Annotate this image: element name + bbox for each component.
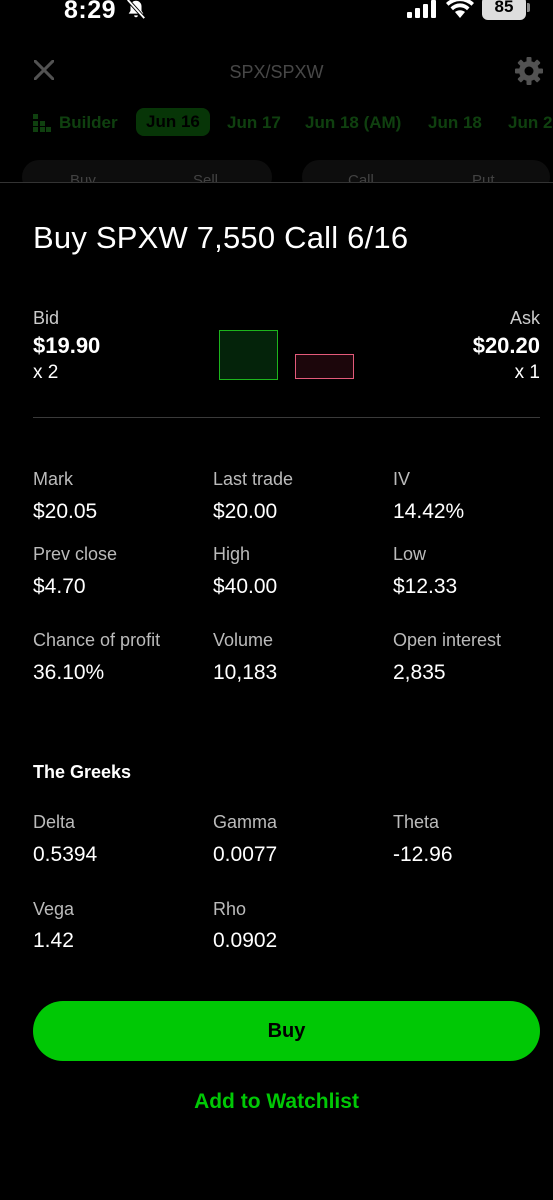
add-to-watchlist-link[interactable]: Add to Watchlist [0,1090,553,1114]
greek-value-theta: -12.96 [393,843,453,866]
stat-label-high: High [213,544,251,564]
greek-value-delta: 0.5394 [33,843,98,866]
ask-depth-bar [295,354,354,379]
chain-title: SPX/SPXW [229,62,324,82]
stat-value-chance-of-profit: 36.10% [33,661,105,684]
stat-label-low: Low [393,544,427,564]
date-tab-jun-17[interactable]: Jun 17 [227,113,281,133]
stat-value-prev-close: $4.70 [33,575,86,598]
date-tab-jun-16[interactable]: Jun 16 [136,108,210,136]
bid-price: $19.90 [33,333,101,358]
stat-label-chance-of-profit: Chance of profit [33,630,161,650]
date-tab-jun-18[interactable]: Jun 18 [428,113,482,133]
greek-value-rho: 0.0902 [213,929,278,952]
greek-label-gamma: Gamma [213,812,278,832]
stat-label-iv: IV [393,469,411,489]
status-bar: 8:29 85 [0,0,553,26]
greek-label-rho: Rho [213,899,247,919]
stat-value-mark: $20.05 [33,500,98,523]
stat-label-prev-close: Prev close [33,544,118,564]
background-screen: SPX/SPXW Builder Jun 16 Jun 17 Jun 18 (A… [0,26,553,186]
stat-label-last-trade: Last trade [213,469,294,489]
greek-label-vega: Vega [33,899,75,919]
bid-size: x 2 [33,362,59,383]
stat-value-iv: 14.42% [393,500,465,523]
ask-price: $20.20 [472,333,540,358]
stat-value-high: $40.00 [213,575,278,598]
greeks-heading: The Greeks [33,762,132,782]
divider [33,417,540,418]
signal-icon [407,0,436,18]
stat-value-low: $12.33 [393,575,458,598]
buy-button[interactable]: Buy [33,1001,540,1061]
wifi-icon [446,0,474,18]
battery-indicator: 85 [482,0,526,20]
ask-label: Ask [509,308,540,328]
date-tab-jun-2[interactable]: Jun 2 [508,113,552,133]
bid-label: Bid [33,308,60,328]
builder-tab[interactable]: Builder [33,113,118,133]
bell-off-icon [126,0,146,20]
stat-label-open-interest: Open interest [393,630,502,650]
stat-label-mark: Mark [33,469,73,489]
greek-value-vega: 1.42 [33,929,74,952]
ask-size: x 1 [514,362,540,383]
stat-value-open-interest: 2,835 [393,661,446,684]
battery-cap [527,3,530,12]
greek-value-gamma: 0.0077 [213,843,278,866]
gear-icon[interactable] [514,56,544,86]
stat-value-volume: 10,183 [213,661,278,684]
bid-depth-bar [219,330,278,380]
status-time: 8:29 [64,0,117,24]
date-tab-jun-18-am[interactable]: Jun 18 (AM) [305,113,401,133]
greek-label-delta: Delta [33,812,76,832]
builder-label: Builder [59,113,118,132]
builder-icon [33,114,51,132]
option-detail-sheet: Buy SPXW 7,550 Call 6/16 Bid $19.90 x 2 … [0,182,553,1200]
greek-label-theta: Theta [393,812,440,832]
order-title: Buy SPXW 7,550 Call 6/16 [33,220,409,255]
battery-level: 85 [494,0,514,16]
stat-value-last-trade: $20.00 [213,500,278,523]
stat-label-volume: Volume [213,630,274,650]
